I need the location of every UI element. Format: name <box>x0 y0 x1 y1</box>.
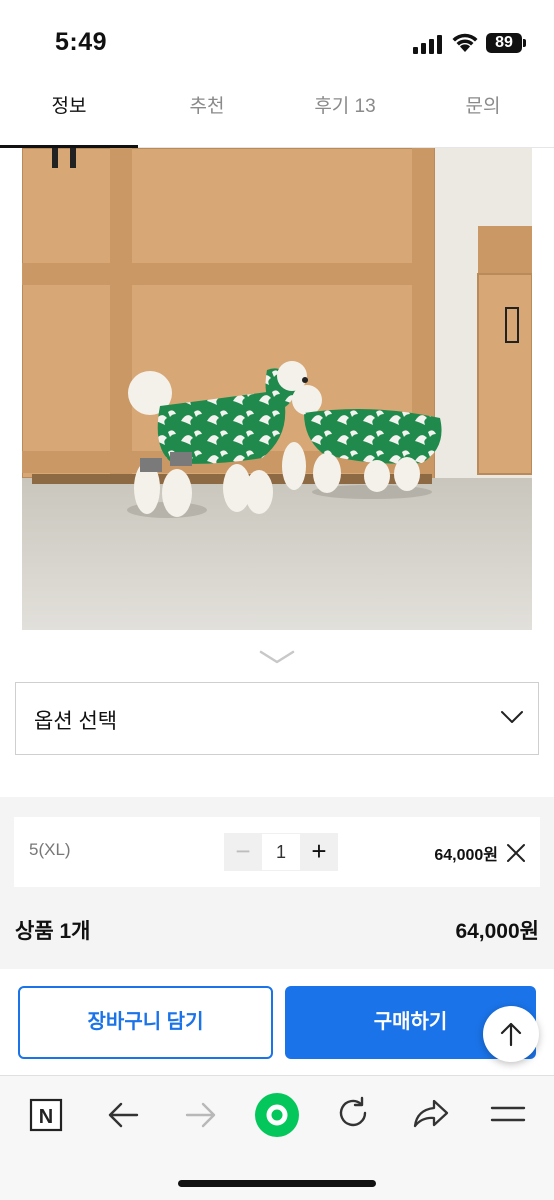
home-indicator <box>178 1180 376 1187</box>
chevron-down-icon <box>501 711 523 723</box>
arrow-up-icon <box>500 1022 522 1047</box>
refresh-icon[interactable] <box>336 1096 370 1130</box>
close-icon[interactable] <box>506 843 526 863</box>
product-tabs: 정보 추천 후기 13 문의 <box>0 80 554 148</box>
wifi-icon <box>452 33 478 52</box>
naver-green-dot-icon[interactable] <box>254 1092 300 1138</box>
order-summary-label: 상품 1개 <box>15 920 91 943</box>
selected-options-panel: 5(XL) − 1 + 64,000원 상품 1개 64,000원 <box>0 797 554 969</box>
naver-n-glyph: N <box>39 1106 53 1128</box>
menu-icon[interactable] <box>490 1104 526 1124</box>
option-select-label: 옵션 선택 <box>34 710 118 733</box>
scroll-to-top-button[interactable] <box>483 1006 539 1062</box>
status-bar: 5:49 89 <box>0 0 554 80</box>
selected-option-name: 5(XL) <box>29 840 71 859</box>
cellular-signal-icon <box>413 34 443 54</box>
quantity-decrease-button[interactable]: − <box>224 833 262 871</box>
quantity-increase-button[interactable]: + <box>300 833 338 871</box>
chevron-down-icon[interactable] <box>258 648 296 666</box>
selected-option-price: 64,000원 <box>434 847 498 864</box>
option-select-dropdown[interactable]: 옵션 선택 <box>15 682 539 755</box>
add-to-cart-button[interactable]: 장바구니 담기 <box>18 986 273 1059</box>
product-image <box>22 148 532 630</box>
status-time: 5:49 <box>55 28 108 56</box>
back-arrow-icon[interactable] <box>106 1100 140 1130</box>
product-page: 5:49 89 정보 추천 후기 13 문의 옵션 선택 5(XL) − 1 +… <box>0 0 554 1200</box>
share-icon[interactable] <box>412 1098 450 1130</box>
tab-reviews[interactable]: 후기 13 <box>276 80 414 148</box>
battery-indicator: 89 <box>486 33 522 53</box>
quantity-value[interactable]: 1 <box>262 833 300 871</box>
order-total-price: 64,000원 <box>455 920 539 943</box>
tab-inquiry[interactable]: 문의 <box>414 80 552 148</box>
battery-tip <box>523 39 526 47</box>
forward-arrow-icon[interactable] <box>184 1100 218 1130</box>
naver-n-icon[interactable]: N <box>29 1098 63 1132</box>
selected-option-row: 5(XL) − 1 + 64,000원 <box>14 817 540 887</box>
tab-info[interactable]: 정보 <box>0 80 138 148</box>
tab-recommend[interactable]: 추천 <box>138 80 276 148</box>
quantity-stepper: − 1 + <box>224 833 338 871</box>
